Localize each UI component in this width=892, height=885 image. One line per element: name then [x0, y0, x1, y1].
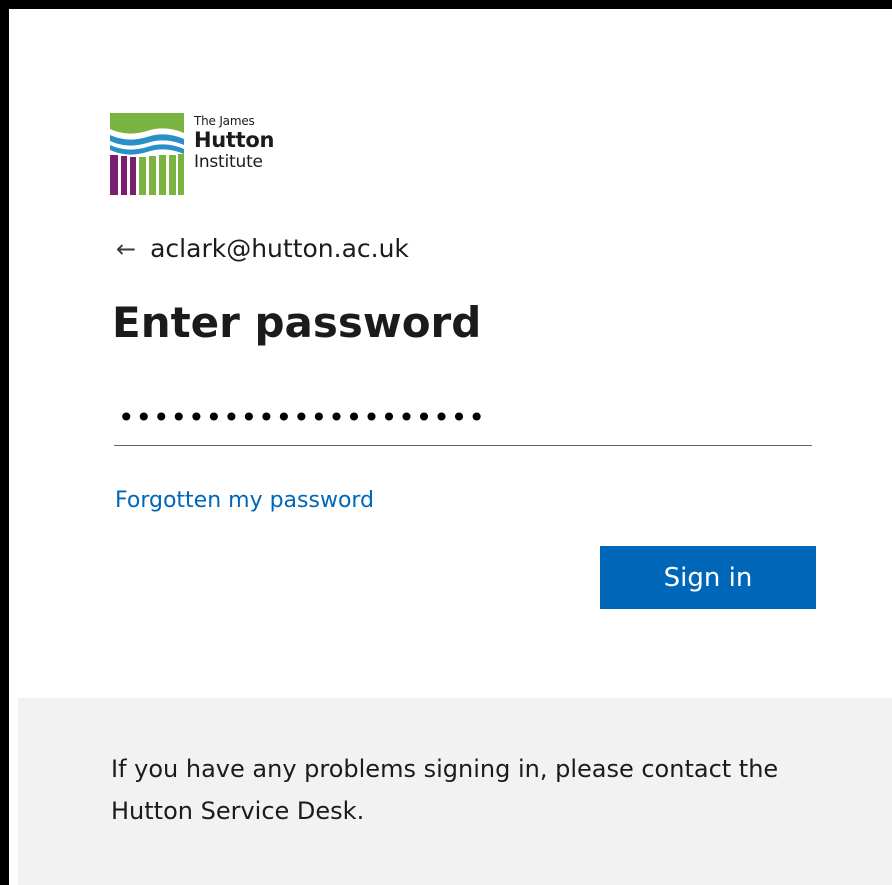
logo-line-the-james: The James — [194, 114, 255, 128]
account-email: aclark@hutton.ac.uk — [150, 234, 409, 263]
hutton-logo-mark — [110, 113, 184, 195]
window-frame: The James Hutton Institute ← aclark@hutt… — [0, 0, 892, 885]
hutton-logo-text: The James Hutton Institute — [194, 111, 274, 171]
password-field[interactable] — [114, 390, 812, 446]
back-arrow-icon[interactable]: ← — [116, 237, 136, 261]
forgot-password-link[interactable]: Forgotten my password — [115, 488, 374, 513]
footer-message: If you have any problems signing in, ple… — [111, 755, 779, 825]
footer-panel: If you have any problems signing in, ple… — [18, 698, 892, 885]
logo-line-institute: Institute — [194, 152, 263, 172]
identity-banner[interactable]: ← aclark@hutton.ac.uk — [116, 234, 409, 263]
hutton-logo: The James Hutton Institute — [110, 111, 280, 195]
page-title: Enter password — [112, 298, 482, 347]
sign-in-button[interactable]: Sign in — [600, 546, 816, 609]
logo-line-hutton: Hutton — [194, 128, 275, 152]
sign-in-card: The James Hutton Institute ← aclark@hutt… — [18, 18, 892, 885]
